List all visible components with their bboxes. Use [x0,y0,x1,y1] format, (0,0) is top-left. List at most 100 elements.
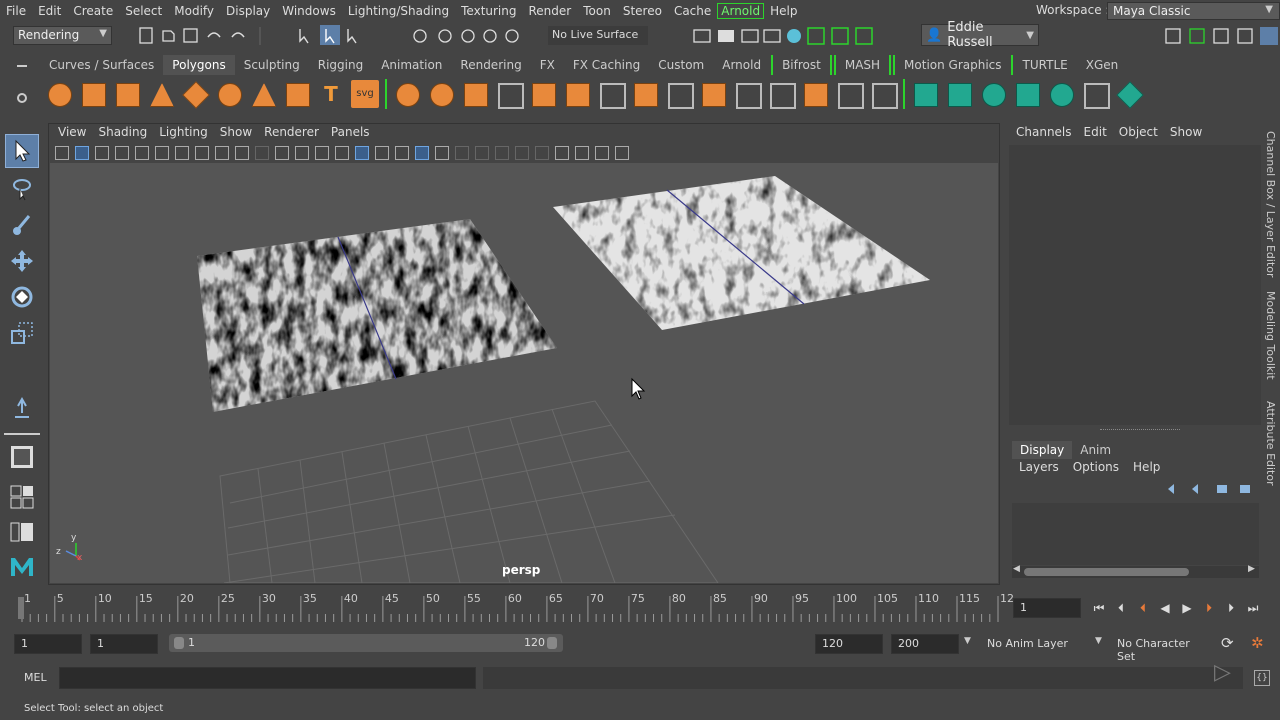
channel-list[interactable] [1009,145,1261,425]
cylindrical-map-icon[interactable] [945,80,973,108]
layer-menu-options[interactable]: Options [1066,460,1126,474]
channel-menu-channels[interactable]: Channels [1010,125,1078,139]
automatic-map-icon[interactable] [1013,80,1041,108]
current-frame-field[interactable]: 1 [1013,598,1081,618]
tab-mash[interactable]: MASH [833,55,892,75]
quad-draw-icon[interactable] [835,80,864,109]
tab-display-layers[interactable]: Display [1012,441,1073,459]
menu-set-select[interactable]: Rendering ▼ [13,26,112,45]
character-set-select[interactable]: No Character Set [1113,634,1213,663]
scroll-right-icon[interactable]: ▶ [1248,564,1255,574]
channel-menu-object[interactable]: Object [1113,125,1164,139]
gear-icon[interactable] [17,93,27,103]
playback-end-field[interactable]: 120 [815,634,883,654]
field-chart-icon[interactable] [275,146,289,160]
gate-mask-icon[interactable] [255,146,269,160]
tab-fx[interactable]: FX [531,55,564,75]
poly-sphere-icon[interactable] [45,80,73,108]
range-end-handle[interactable] [547,637,557,649]
tab-channel-box-layer-editor[interactable]: Channel Box / Layer Editor [1264,131,1277,278]
two-d-pan-icon[interactable] [155,146,169,160]
go-to-start-icon[interactable]: ⏮ [1088,598,1110,618]
command-input[interactable] [59,667,476,689]
chevron-down-icon[interactable]: ▼ [964,636,971,646]
live-surface-field[interactable]: No Live Surface [548,26,648,45]
layer-action-icons[interactable] [1162,480,1257,498]
bookmark-icon[interactable] [115,146,129,160]
select-tool-button[interactable] [5,134,39,168]
tab-rigging[interactable]: Rigging [309,55,372,75]
rotate-tool-button[interactable] [5,280,39,314]
unfold-icon[interactable] [1047,80,1075,108]
panel-menu-panels[interactable]: Panels [325,125,376,143]
xray-joints-icon[interactable] [615,146,629,160]
animation-start-field[interactable]: 1 [14,634,82,654]
menu-windows[interactable]: Windows [276,4,342,18]
extrude-icon[interactable] [529,80,557,108]
render-icons[interactable] [690,25,900,47]
poly-pyramid-icon[interactable] [249,80,277,108]
bridge-icon[interactable] [563,80,591,108]
image-plane-icon[interactable] [135,146,149,160]
menu-cache[interactable]: Cache [668,4,717,18]
cut-uv-icon[interactable] [1115,80,1143,108]
menu-edit[interactable]: Edit [32,4,67,18]
panel-splitter[interactable] [1100,429,1180,431]
menu-display[interactable]: Display [220,4,276,18]
textured-plane-left[interactable] [190,213,570,423]
tab-curves-surfaces[interactable]: Curves / Surfaces [40,55,163,75]
perspective-viewport[interactable] [50,163,998,583]
scale-tool-button[interactable] [5,316,39,350]
panel-menu-shading[interactable]: Shading [92,125,153,143]
textured-icon[interactable] [415,146,429,160]
step-back-key-icon[interactable]: ⏴ [1132,598,1154,618]
camera-lock-icon[interactable] [75,146,89,160]
poly-cylinder-icon[interactable] [113,80,141,108]
tab-turtle[interactable]: TURTLE [1014,55,1077,75]
motion-blur-icon[interactable] [495,146,509,160]
auto-key-icon[interactable]: ⟳ [1221,634,1234,652]
tab-modeling-toolkit[interactable]: Modeling Toolkit [1264,291,1277,380]
isolate-select-icon[interactable] [555,146,569,160]
command-language-toggle[interactable]: MEL [24,671,47,684]
wireframe-on-shaded-icon[interactable] [375,146,389,160]
scrollbar-thumb[interactable] [1024,568,1189,576]
append-icon[interactable] [665,80,694,109]
workspace-select[interactable]: Maya Classic ▼ [1107,2,1280,20]
go-to-end-icon[interactable]: ⏭ [1242,598,1264,618]
multi-cut-icon[interactable] [699,80,727,108]
anim-layer-select[interactable]: No Anim Layer ▼ [983,634,1111,654]
user-account-button[interactable]: 👤 Eddie Russell ▼ [921,20,1039,50]
range-slider[interactable] [169,634,563,652]
menu-create[interactable]: Create [67,4,119,18]
single-perspective-layout-button[interactable] [5,440,39,474]
menu-toon[interactable]: Toon [577,4,617,18]
step-forward-key-icon[interactable]: ⏵ [1198,598,1220,618]
step-back-frame-icon[interactable]: ⏴ [1110,598,1132,618]
channel-menu-edit[interactable]: Edit [1078,125,1113,139]
layer-menu-help[interactable]: Help [1126,460,1167,474]
menu-help[interactable]: Help [764,4,803,18]
separate-icon[interactable] [427,80,455,108]
channel-menu-show[interactable]: Show [1164,125,1208,139]
shelf-tabs-menu-icon[interactable] [17,65,27,67]
panel-menu-show[interactable]: Show [214,125,258,143]
poly-type-icon[interactable]: T [317,80,345,108]
menu-texturing[interactable]: Texturing [455,4,522,18]
layer-list[interactable] [1012,503,1259,565]
target-weld-icon[interactable] [801,80,829,108]
camera-bookmark-icon[interactable] [95,146,109,160]
panel-menu-view[interactable]: View [52,125,92,143]
spherical-map-icon[interactable] [979,80,1007,108]
xray-active-icon[interactable] [595,146,609,160]
scene-canvas[interactable] [50,163,998,583]
tab-xgen[interactable]: XGen [1077,55,1128,75]
four-view-layout-button[interactable] [5,480,39,514]
safe-title-icon[interactable] [315,146,329,160]
persp-outliner-layout-button[interactable] [5,515,39,549]
play-forwards-icon[interactable]: ▶ [1176,598,1198,618]
layout-icon[interactable] [1081,80,1110,109]
menu-lighting-shading[interactable]: Lighting/Shading [342,4,455,18]
tab-motion-graphics[interactable]: Motion Graphics [893,55,1013,75]
smooth-icon[interactable] [495,80,524,109]
